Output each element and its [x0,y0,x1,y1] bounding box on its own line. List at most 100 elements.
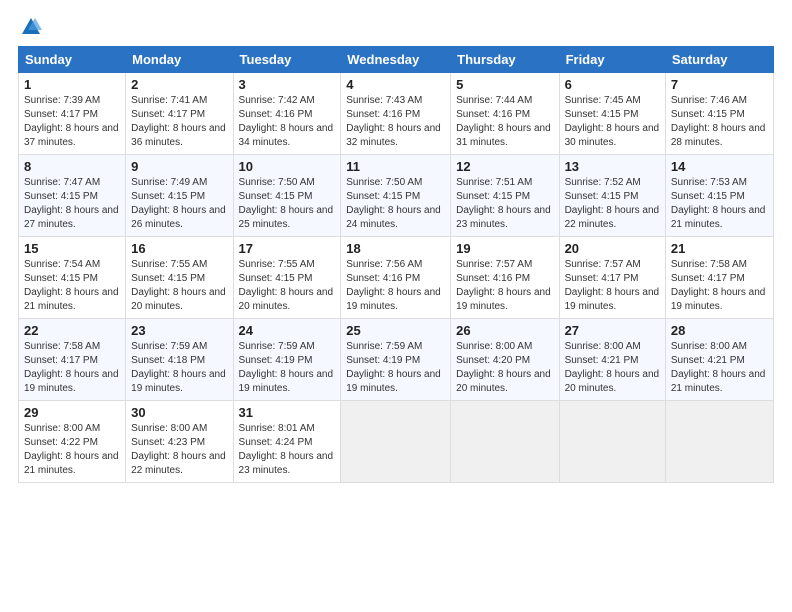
calendar-week-5: 29 Sunrise: 8:00 AMSunset: 4:22 PMDaylig… [19,401,774,483]
day-info: Sunrise: 7:58 AMSunset: 4:17 PMDaylight:… [671,259,766,312]
calendar-cell: 30 Sunrise: 8:00 AMSunset: 4:23 PMDaylig… [126,401,233,483]
day-number: 8 [24,159,120,174]
calendar-cell: 20 Sunrise: 7:57 AMSunset: 4:17 PMDaylig… [559,237,665,319]
calendar-cell [665,401,773,483]
logo-icon [20,16,42,38]
day-info: Sunrise: 7:39 AMSunset: 4:17 PMDaylight:… [24,95,119,148]
day-number: 30 [131,405,227,420]
day-number: 7 [671,77,768,92]
day-info: Sunrise: 7:59 AMSunset: 4:19 PMDaylight:… [239,341,334,394]
day-info: Sunrise: 7:50 AMSunset: 4:15 PMDaylight:… [346,177,441,230]
day-info: Sunrise: 7:41 AMSunset: 4:17 PMDaylight:… [131,95,226,148]
day-info: Sunrise: 8:00 AMSunset: 4:23 PMDaylight:… [131,423,226,476]
day-number: 19 [456,241,553,256]
calendar-week-3: 15 Sunrise: 7:54 AMSunset: 4:15 PMDaylig… [19,237,774,319]
calendar-week-2: 8 Sunrise: 7:47 AMSunset: 4:15 PMDayligh… [19,155,774,237]
calendar-cell: 3 Sunrise: 7:42 AMSunset: 4:16 PMDayligh… [233,73,341,155]
day-info: Sunrise: 7:57 AMSunset: 4:17 PMDaylight:… [565,259,660,312]
calendar-cell [341,401,451,483]
day-number: 18 [346,241,445,256]
day-number: 16 [131,241,227,256]
calendar-cell: 2 Sunrise: 7:41 AMSunset: 4:17 PMDayligh… [126,73,233,155]
calendar-cell: 6 Sunrise: 7:45 AMSunset: 4:15 PMDayligh… [559,73,665,155]
day-info: Sunrise: 8:01 AMSunset: 4:24 PMDaylight:… [239,423,334,476]
day-info: Sunrise: 7:52 AMSunset: 4:15 PMDaylight:… [565,177,660,230]
day-info: Sunrise: 7:55 AMSunset: 4:15 PMDaylight:… [131,259,226,312]
day-number: 26 [456,323,553,338]
day-info: Sunrise: 7:54 AMSunset: 4:15 PMDaylight:… [24,259,119,312]
calendar-cell: 27 Sunrise: 8:00 AMSunset: 4:21 PMDaylig… [559,319,665,401]
day-info: Sunrise: 7:58 AMSunset: 4:17 PMDaylight:… [24,341,119,394]
day-number: 13 [565,159,660,174]
calendar-header-friday: Friday [559,47,665,73]
day-number: 31 [239,405,336,420]
calendar-cell: 7 Sunrise: 7:46 AMSunset: 4:15 PMDayligh… [665,73,773,155]
calendar-cell [559,401,665,483]
calendar-cell: 24 Sunrise: 7:59 AMSunset: 4:19 PMDaylig… [233,319,341,401]
calendar-cell [451,401,559,483]
calendar-cell: 29 Sunrise: 8:00 AMSunset: 4:22 PMDaylig… [19,401,126,483]
day-number: 25 [346,323,445,338]
header [18,16,774,38]
calendar-cell: 14 Sunrise: 7:53 AMSunset: 4:15 PMDaylig… [665,155,773,237]
day-number: 2 [131,77,227,92]
calendar-cell: 13 Sunrise: 7:52 AMSunset: 4:15 PMDaylig… [559,155,665,237]
day-info: Sunrise: 7:49 AMSunset: 4:15 PMDaylight:… [131,177,226,230]
page: SundayMondayTuesdayWednesdayThursdayFrid… [0,0,792,493]
day-number: 1 [24,77,120,92]
day-info: Sunrise: 7:43 AMSunset: 4:16 PMDaylight:… [346,95,441,148]
day-number: 5 [456,77,553,92]
day-info: Sunrise: 7:46 AMSunset: 4:15 PMDaylight:… [671,95,766,148]
day-number: 17 [239,241,336,256]
calendar-header-monday: Monday [126,47,233,73]
day-number: 15 [24,241,120,256]
day-info: Sunrise: 7:56 AMSunset: 4:16 PMDaylight:… [346,259,441,312]
day-number: 6 [565,77,660,92]
day-number: 28 [671,323,768,338]
calendar-cell: 28 Sunrise: 8:00 AMSunset: 4:21 PMDaylig… [665,319,773,401]
day-info: Sunrise: 7:47 AMSunset: 4:15 PMDaylight:… [24,177,119,230]
day-info: Sunrise: 8:00 AMSunset: 4:21 PMDaylight:… [671,341,766,394]
calendar-cell: 4 Sunrise: 7:43 AMSunset: 4:16 PMDayligh… [341,73,451,155]
day-number: 20 [565,241,660,256]
calendar-cell: 10 Sunrise: 7:50 AMSunset: 4:15 PMDaylig… [233,155,341,237]
calendar-cell: 12 Sunrise: 7:51 AMSunset: 4:15 PMDaylig… [451,155,559,237]
logo [18,16,42,38]
calendar-cell: 9 Sunrise: 7:49 AMSunset: 4:15 PMDayligh… [126,155,233,237]
day-number: 9 [131,159,227,174]
day-number: 3 [239,77,336,92]
calendar-cell: 5 Sunrise: 7:44 AMSunset: 4:16 PMDayligh… [451,73,559,155]
calendar-cell: 23 Sunrise: 7:59 AMSunset: 4:18 PMDaylig… [126,319,233,401]
day-info: Sunrise: 8:00 AMSunset: 4:21 PMDaylight:… [565,341,660,394]
day-info: Sunrise: 8:00 AMSunset: 4:22 PMDaylight:… [24,423,119,476]
day-info: Sunrise: 7:57 AMSunset: 4:16 PMDaylight:… [456,259,551,312]
day-number: 4 [346,77,445,92]
day-number: 21 [671,241,768,256]
day-number: 29 [24,405,120,420]
day-number: 22 [24,323,120,338]
calendar-cell: 26 Sunrise: 8:00 AMSunset: 4:20 PMDaylig… [451,319,559,401]
calendar-header-sunday: Sunday [19,47,126,73]
calendar-cell: 11 Sunrise: 7:50 AMSunset: 4:15 PMDaylig… [341,155,451,237]
calendar-cell: 22 Sunrise: 7:58 AMSunset: 4:17 PMDaylig… [19,319,126,401]
day-info: Sunrise: 7:42 AMSunset: 4:16 PMDaylight:… [239,95,334,148]
calendar-header-saturday: Saturday [665,47,773,73]
day-info: Sunrise: 7:50 AMSunset: 4:15 PMDaylight:… [239,177,334,230]
calendar-week-4: 22 Sunrise: 7:58 AMSunset: 4:17 PMDaylig… [19,319,774,401]
calendar-table: SundayMondayTuesdayWednesdayThursdayFrid… [18,46,774,483]
calendar-header-tuesday: Tuesday [233,47,341,73]
calendar-cell: 16 Sunrise: 7:55 AMSunset: 4:15 PMDaylig… [126,237,233,319]
day-info: Sunrise: 7:45 AMSunset: 4:15 PMDaylight:… [565,95,660,148]
day-number: 27 [565,323,660,338]
day-number: 14 [671,159,768,174]
calendar-cell: 8 Sunrise: 7:47 AMSunset: 4:15 PMDayligh… [19,155,126,237]
day-info: Sunrise: 7:44 AMSunset: 4:16 PMDaylight:… [456,95,551,148]
day-info: Sunrise: 7:59 AMSunset: 4:19 PMDaylight:… [346,341,441,394]
calendar-cell: 1 Sunrise: 7:39 AMSunset: 4:17 PMDayligh… [19,73,126,155]
day-number: 23 [131,323,227,338]
calendar-cell: 15 Sunrise: 7:54 AMSunset: 4:15 PMDaylig… [19,237,126,319]
day-info: Sunrise: 7:51 AMSunset: 4:15 PMDaylight:… [456,177,551,230]
day-number: 12 [456,159,553,174]
day-info: Sunrise: 7:53 AMSunset: 4:15 PMDaylight:… [671,177,766,230]
calendar-cell: 21 Sunrise: 7:58 AMSunset: 4:17 PMDaylig… [665,237,773,319]
